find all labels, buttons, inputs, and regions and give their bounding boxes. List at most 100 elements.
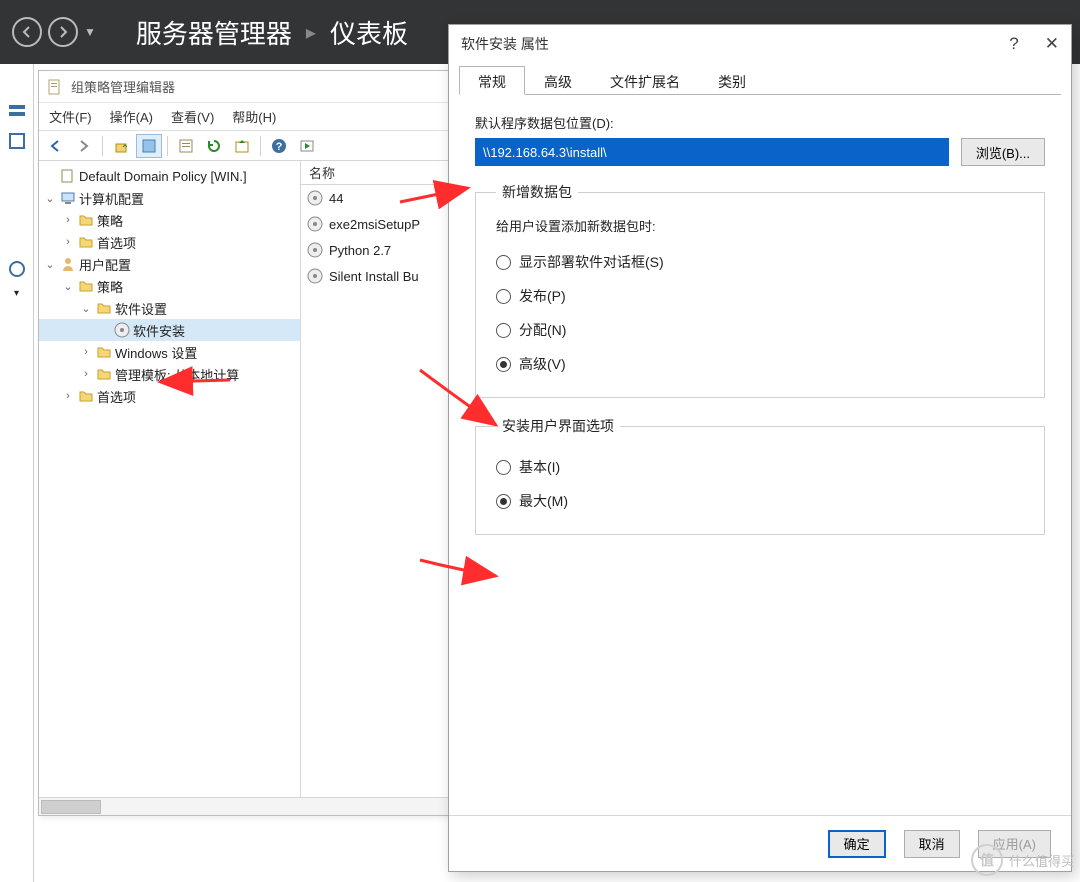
radio-icon <box>496 289 511 304</box>
gpme-window: 组策略管理编辑器 文件(F) 操作(A) 查看(V) 帮助(H) ? Defau… <box>38 70 450 816</box>
gpme-title: 组策略管理编辑器 <box>71 77 175 96</box>
package-icon <box>307 268 323 284</box>
toolbar-help-button[interactable]: ? <box>266 134 292 158</box>
package-icon <box>307 242 323 258</box>
menu-view[interactable]: 查看(V) <box>171 107 214 126</box>
list-item[interactable]: 44 <box>301 185 449 211</box>
tree-windows-settings[interactable]: › Windows 设置 <box>39 341 300 363</box>
folder-icon <box>78 388 94 404</box>
ok-button[interactable]: 确定 <box>828 830 886 858</box>
watermark-stamp-icon: 值 <box>971 844 1003 876</box>
cancel-button[interactable]: 取消 <box>904 830 960 858</box>
close-button[interactable]: ✕ <box>1045 34 1059 54</box>
folder-icon <box>96 366 112 382</box>
folder-icon <box>78 212 94 228</box>
nav-forward-button[interactable] <box>48 17 78 47</box>
list-column-header[interactable]: 名称 <box>301 161 449 185</box>
user-icon <box>60 256 76 272</box>
radio-icon <box>496 460 511 475</box>
gpme-titlebar[interactable]: 组策略管理编辑器 <box>39 71 449 103</box>
svg-text:?: ? <box>276 141 283 153</box>
tree-cc-prefs[interactable]: › 首选项 <box>39 231 300 253</box>
gpme-app-icon <box>47 79 63 95</box>
side-strip: ▾ <box>0 64 34 882</box>
toolbar-back-button[interactable] <box>43 134 69 158</box>
nav-dropdown-icon[interactable]: ▼ <box>84 25 96 39</box>
strip-collapse-icon[interactable]: ▾ <box>5 288 29 298</box>
tab-extensions[interactable]: 文件扩展名 <box>591 66 699 95</box>
banner-title-sub: 仪表板 <box>330 14 408 51</box>
radio-icon <box>496 494 511 509</box>
installer-icon <box>114 322 130 338</box>
folder-icon <box>78 278 94 294</box>
strip-roles-icon[interactable] <box>6 130 28 152</box>
toolbar-refresh-button[interactable] <box>201 134 227 158</box>
gpme-toolbar: ? <box>39 131 449 161</box>
tree-software-install[interactable]: 软件安装 <box>39 319 300 341</box>
radio-publish[interactable]: 发布(P) <box>496 279 1024 313</box>
toolbar-properties-button[interactable] <box>173 134 199 158</box>
dialog-titlebar[interactable]: 软件安装 属性 ? ✕ <box>449 25 1071 63</box>
tree-cc-policies[interactable]: › 策略 <box>39 209 300 231</box>
toolbar-show-hide-button[interactable] <box>136 134 162 158</box>
group-new-package: 新增数据包 给用户设置添加新数据包时: 显示部署软件对话框(S) 发布(P) 分… <box>475 182 1045 398</box>
tree-software-settings[interactable]: ⌄ 软件设置 <box>39 297 300 319</box>
menu-help[interactable]: 帮助(H) <box>232 107 276 126</box>
group-new-legend: 新增数据包 <box>496 182 578 202</box>
folder-icon <box>96 344 112 360</box>
list-item-label: Silent Install Bu <box>329 269 419 284</box>
package-icon <box>307 216 323 232</box>
toolbar-run-button[interactable] <box>294 134 320 158</box>
scrollbar-thumb[interactable] <box>41 800 101 814</box>
radio-icon <box>496 255 511 270</box>
group-ui-legend: 安装用户界面选项 <box>496 416 620 436</box>
tree-h-scrollbar[interactable] <box>39 797 449 815</box>
dialog-title: 软件安装 属性 <box>461 34 549 54</box>
banner-title-main: 服务器管理器 <box>136 14 292 51</box>
tree-user-config[interactable]: ⌄ 用户配置 <box>39 253 300 275</box>
menu-file[interactable]: 文件(F) <box>49 107 92 126</box>
radio-basic[interactable]: 基本(I) <box>496 450 1024 484</box>
strip-service-icon[interactable] <box>6 258 28 280</box>
folder-icon <box>96 300 112 316</box>
list-item-label: Python 2.7 <box>329 243 391 258</box>
folder-icon <box>78 234 94 250</box>
software-install-properties-dialog: 软件安装 属性 ? ✕ 常规 高级 文件扩展名 类别 默认程序数据包位置(D):… <box>448 24 1072 872</box>
radio-assign[interactable]: 分配(N) <box>496 313 1024 347</box>
gpme-tree-pane[interactable]: Default Domain Policy [WIN.] ⌄ 计算机配置 › 策… <box>39 161 301 797</box>
tab-general[interactable]: 常规 <box>459 66 525 95</box>
gpme-list-pane[interactable]: 名称 44 exe2msiSetupP Python 2.7 Silent Insta… <box>301 161 449 797</box>
browse-button[interactable]: 浏览(B)... <box>961 138 1045 166</box>
radio-icon <box>496 323 511 338</box>
toolbar-forward-button[interactable] <box>71 134 97 158</box>
list-item[interactable]: exe2msiSetupP <box>301 211 449 237</box>
help-button[interactable]: ? <box>1009 34 1018 54</box>
radio-advanced[interactable]: 高级(V) <box>496 347 1024 381</box>
dialog-tabs: 常规 高级 文件扩展名 类别 <box>459 65 1061 95</box>
list-item-label: 44 <box>329 191 343 206</box>
nav-back-button[interactable] <box>12 17 42 47</box>
group-ui-options: 安装用户界面选项 基本(I) 最大(M) <box>475 416 1045 535</box>
list-item[interactable]: Silent Install Bu <box>301 263 449 289</box>
computer-icon <box>60 190 76 206</box>
menu-action[interactable]: 操作(A) <box>110 107 153 126</box>
list-item-label: exe2msiSetupP <box>329 217 420 232</box>
toolbar-export-button[interactable] <box>229 134 255 158</box>
tree-uc-policies[interactable]: ⌄ 策略 <box>39 275 300 297</box>
default-location-input[interactable]: \\192.168.64.3\install\ <box>475 138 949 166</box>
tree-root[interactable]: Default Domain Policy [WIN.] <box>39 165 300 187</box>
list-item[interactable]: Python 2.7 <box>301 237 449 263</box>
toolbar-up-button[interactable] <box>108 134 134 158</box>
strip-server-icon[interactable] <box>6 100 28 122</box>
radio-icon <box>496 357 511 372</box>
tree-computer-config[interactable]: ⌄ 计算机配置 <box>39 187 300 209</box>
tab-categories[interactable]: 类别 <box>699 66 765 95</box>
watermark: 值 什么值得买 <box>971 844 1074 876</box>
gpme-menubar: 文件(F) 操作(A) 查看(V) 帮助(H) <box>39 103 449 131</box>
tab-advanced[interactable]: 高级 <box>525 66 591 95</box>
tree-admin-templates[interactable]: › 管理模板: 从本地计算 <box>39 363 300 385</box>
group-new-hint: 给用户设置添加新数据包时: <box>496 216 1024 235</box>
radio-max[interactable]: 最大(M) <box>496 484 1024 518</box>
radio-deploy-dialog[interactable]: 显示部署软件对话框(S) <box>496 245 1024 279</box>
tree-uc-prefs[interactable]: › 首选项 <box>39 385 300 407</box>
